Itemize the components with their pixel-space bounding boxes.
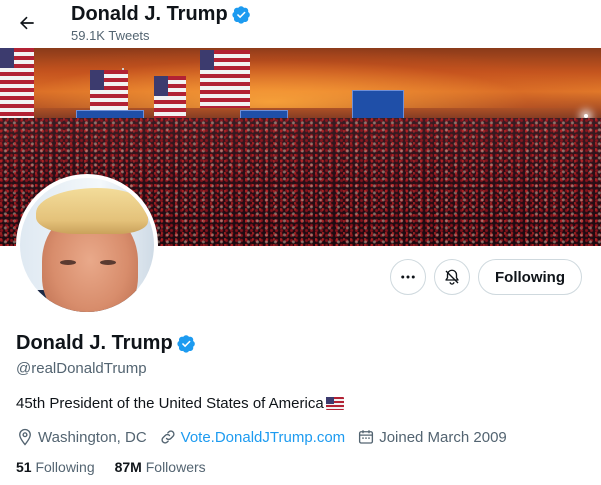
header-name-text: Donald J. Trump (71, 3, 228, 25)
calendar-icon (359, 430, 374, 444)
avatar-eye (60, 260, 76, 265)
joined-item: Joined March 2009 (357, 428, 507, 446)
arrow-left-icon (20, 16, 34, 30)
following-count-link[interactable]: 51 Following (16, 459, 95, 475)
followers-count: 87M (114, 459, 142, 475)
more-horizontal-icon (401, 275, 415, 279)
follow-counts: 51 Following 87M Followers (16, 459, 206, 475)
joined-text: Joined March 2009 (379, 428, 507, 446)
avatar-eye (100, 260, 116, 265)
us-flag (90, 70, 128, 110)
following-count: 51 (16, 459, 32, 475)
following-button[interactable]: Following (478, 259, 582, 295)
website-link[interactable]: Vote.DonaldJTrump.com (181, 429, 346, 446)
profile-avatar[interactable] (16, 174, 158, 316)
profile-name: Donald J. Trump (16, 332, 196, 355)
verified-badge-icon (232, 6, 250, 24)
profile-name-text: Donald J. Trump (16, 332, 173, 354)
profile-meta: Washington, DC Vote.DonaldJTrump.com Joi… (16, 428, 507, 446)
more-options-button[interactable] (390, 259, 426, 295)
profile-handle: @realDonaldTrump (16, 360, 147, 377)
website-item[interactable]: Vote.DonaldJTrump.com (159, 428, 346, 446)
tweets-count: 59.1K Tweets (71, 28, 150, 43)
avatar-hair (36, 188, 148, 234)
location-item: Washington, DC (16, 428, 147, 446)
followers-label: Followers (145, 459, 206, 475)
us-flag (0, 48, 34, 118)
profile-bio: 45th President of the United States of A… (16, 395, 344, 412)
header-title: Donald J. Trump (71, 3, 251, 26)
verified-badge-icon (177, 335, 195, 353)
followers-count-link[interactable]: 87M Followers (115, 459, 206, 475)
following-label: Following (35, 459, 95, 475)
notifications-button[interactable] (434, 259, 470, 295)
back-button[interactable] (10, 6, 44, 40)
bio-text: 45th President of the United States of A… (16, 395, 324, 412)
location-text: Washington, DC (38, 428, 147, 446)
link-icon (161, 430, 175, 444)
bell-slash-icon (445, 269, 459, 285)
location-pin-icon (19, 428, 31, 446)
us-flag-emoji-icon (325, 397, 344, 410)
pennsylvania-sign (352, 90, 404, 120)
us-flag (200, 50, 250, 108)
profile-header: Donald J. Trump 59.1K Tweets (0, 0, 601, 48)
avatar-photo (20, 178, 154, 312)
